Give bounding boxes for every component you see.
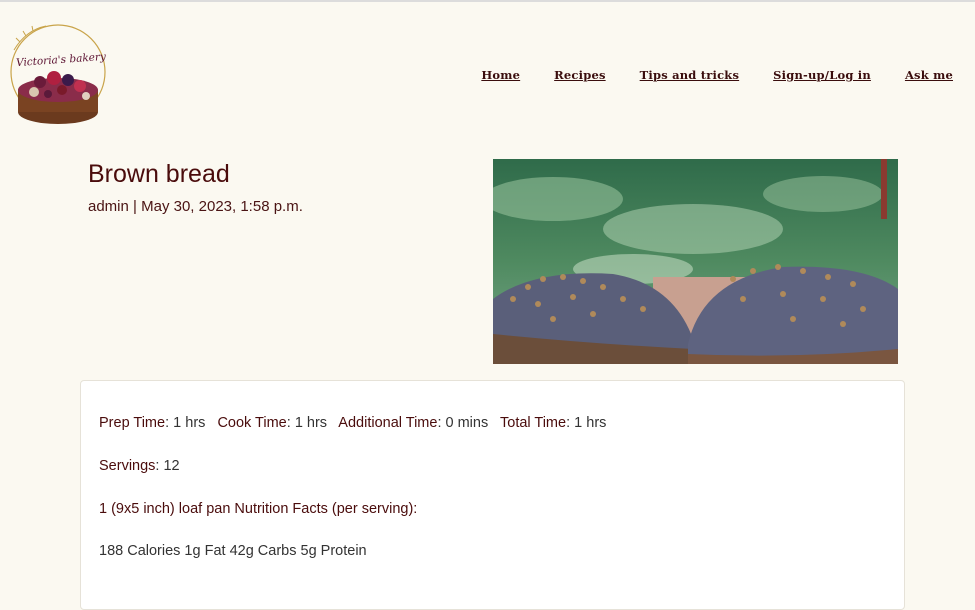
main-nav: Home Recipes Tips and tricks Sign-up/Log… [481,68,953,82]
servings-label: Servings [99,458,156,474]
total-time-label: Total Time [500,415,567,431]
post-date: May 30, 2023, 1:58 p.m. [141,198,303,215]
nav-ask-link[interactable]: Ask me [905,68,953,82]
nav-recipes-link[interactable]: Recipes [554,68,605,82]
cook-time-label: Cook Time [217,415,287,431]
meta-separator: | [133,198,137,215]
post-meta: admin | May 30, 2023, 1:58 p.m. [88,198,303,215]
prep-time-value: 1 hrs [173,415,206,431]
prep-time-label: Prep Time [99,415,166,431]
post-title: Brown bread [88,160,230,188]
nutrition-values: 188 Calories 1g Fat 42g Carbs 5g Protein [99,543,367,559]
cook-time-value: 1 hrs [294,415,328,431]
post-author: admin [88,198,129,215]
nav-tips-link[interactable]: Tips and tricks [640,68,740,82]
nav-signup-link[interactable]: Sign-up/Log in [773,68,871,82]
servings-line: Servings: 12 [99,458,180,474]
bakery-logo[interactable]: Victoria's bakery [6,20,110,140]
bread-photo [493,159,898,364]
recipe-info-card: Prep Time: 1 hrs Cook Time: 1 hrs Additi… [80,380,905,610]
recipe-times: Prep Time: 1 hrs Cook Time: 1 hrs Additi… [99,415,607,431]
nutrition-heading: 1 (9x5 inch) loaf pan Nutrition Facts (p… [99,501,417,517]
additional-time-label: Additional Time [338,415,438,431]
nav-home-link[interactable]: Home [481,68,520,82]
total-time-value: 1 hrs [574,415,607,431]
nutrition-heading-text: 1 (9x5 inch) loaf pan Nutrition Facts (p… [99,501,418,517]
additional-time-value: 0 mins [445,415,489,431]
servings-value: 12 [163,458,180,474]
